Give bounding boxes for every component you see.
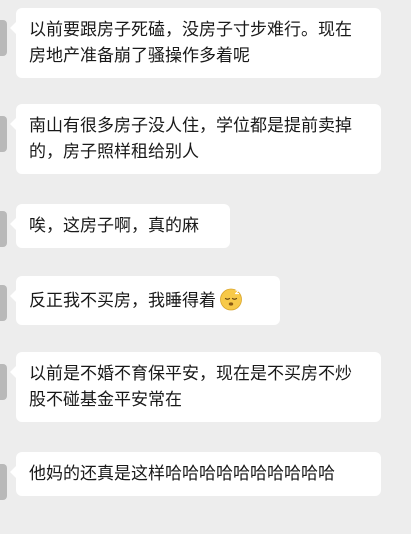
message-row: 以前是不婚不育保平安，现在是不买房不炒股不碰基金平安常在 [0,352,411,430]
avatar[interactable] [0,20,7,56]
sleeping-face-icon [220,288,242,311]
avatar[interactable] [0,464,7,500]
message-bubble[interactable]: 以前是不婚不育保平安，现在是不买房不炒股不碰基金平安常在 [10,352,381,422]
message-bubble[interactable]: 他妈的还真是这样哈哈哈哈哈哈哈哈哈哈 [10,452,381,496]
message-row: 以前要跟房子死磕，没房子寸步难行。现在房地产准备崩了骚操作多着呢 [0,8,411,86]
message-row: 南山有很多房子没人住，学位都是提前卖掉的，房子照样租给别人 [0,104,411,182]
avatar[interactable] [0,211,7,247]
message-row: 反正我不买房，我睡得着 [0,276,411,330]
message-text: 他妈的还真是这样哈哈哈哈哈哈哈哈哈哈 [29,464,335,484]
avatar[interactable] [0,116,7,152]
avatar[interactable] [0,285,7,321]
message-text: 反正我不买房，我睡得着 [29,291,216,311]
message-bubble[interactable]: 以前要跟房子死磕，没房子寸步难行。现在房地产准备崩了骚操作多着呢 [10,8,381,78]
message-bubble[interactable]: 反正我不买房，我睡得着 [10,276,280,325]
message-row: 他妈的还真是这样哈哈哈哈哈哈哈哈哈哈 [0,452,411,530]
message-text: 南山有很多房子没人住，学位都是提前卖掉的，房子照样租给别人 [29,116,352,162]
message-bubble[interactable]: 唉，这房子啊，真的麻 [10,204,230,248]
message-text: 以前是不婚不育保平安，现在是不买房不炒股不碰基金平安常在 [29,364,352,410]
message-text: 以前要跟房子死磕，没房子寸步难行。现在房地产准备崩了骚操作多着呢 [29,20,352,66]
message-row: 唉，这房子啊，真的麻 [0,204,411,254]
message-text: 唉，这房子啊，真的麻 [29,216,199,236]
avatar[interactable] [0,364,7,400]
message-bubble[interactable]: 南山有很多房子没人住，学位都是提前卖掉的，房子照样租给别人 [10,104,381,174]
chat-message-list[interactable]: 以前要跟房子死磕，没房子寸步难行。现在房地产准备崩了骚操作多着呢 南山有很多房子… [0,0,411,534]
